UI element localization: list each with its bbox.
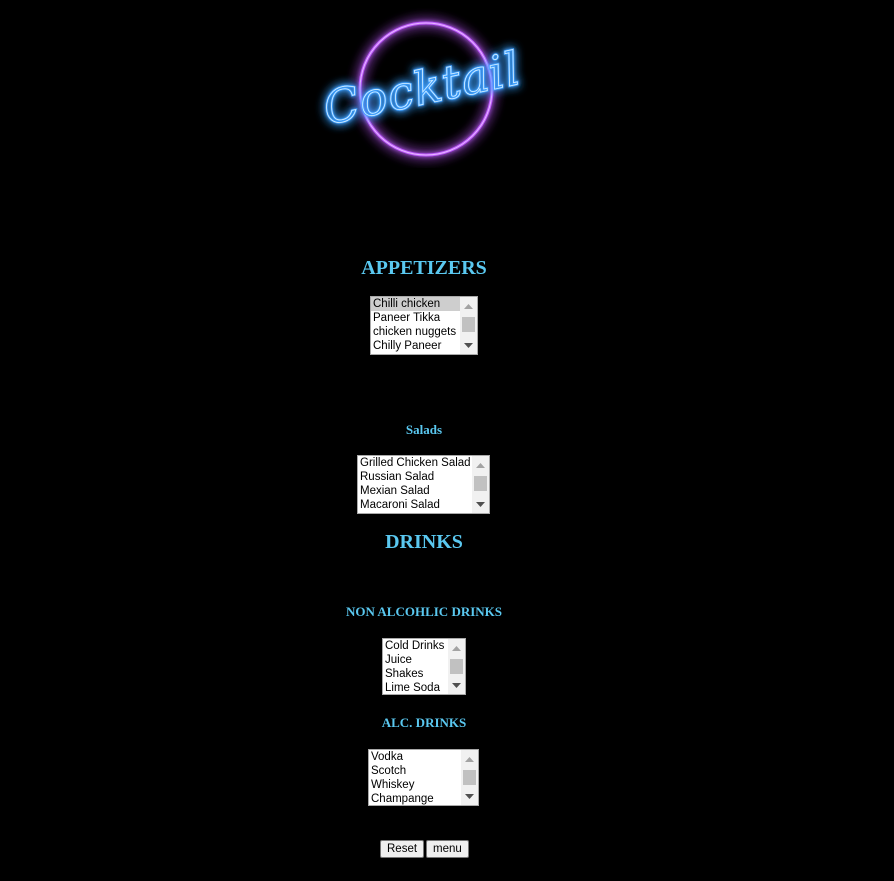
salads-option[interactable]: Macaroni Salad — [358, 498, 472, 512]
salads-option[interactable]: Mexian Salad — [358, 484, 472, 498]
appetizers-option[interactable]: chicken nuggets — [371, 325, 460, 339]
scroll-up-arrow-icon[interactable] — [461, 752, 478, 766]
alcoholic-option[interactable]: Whiskey — [369, 778, 461, 792]
alcoholic-option[interactable]: Champange — [369, 792, 461, 805]
salads-options: Grilled Chicken Salad Russian Salad Mexi… — [358, 456, 472, 513]
scroll-down-arrow-icon[interactable] — [461, 789, 478, 803]
non-alcoholic-option[interactable]: Juice — [383, 653, 448, 667]
appetizers-option[interactable]: Chilly Paneer — [371, 339, 460, 353]
scroll-up-arrow-icon[interactable] — [460, 299, 477, 313]
scroll-thumb[interactable] — [450, 659, 463, 674]
alcoholic-option[interactable]: Scotch — [369, 764, 461, 778]
appetizers-listbox[interactable]: Chilli chicken Paneer Tikka chicken nugg… — [370, 296, 478, 355]
non-alcoholic-heading: NON ALCOHLIC DRINKS — [345, 604, 503, 619]
scroll-down-arrow-icon[interactable] — [472, 497, 489, 511]
alcoholic-listbox[interactable]: Vodka Scotch Whiskey Champange — [368, 749, 479, 806]
cocktail-neon-logo: Cocktail Cocktail — [290, 8, 560, 168]
appetizers-options: Chilli chicken Paneer Tikka chicken nugg… — [371, 297, 460, 354]
alcoholic-scrollbar[interactable] — [461, 750, 478, 805]
scroll-thumb[interactable] — [474, 476, 487, 491]
scroll-up-arrow-icon[interactable] — [472, 458, 489, 472]
non-alcoholic-options: Cold Drinks Juice Shakes Lime Soda — [383, 639, 448, 694]
scroll-up-arrow-icon[interactable] — [448, 641, 465, 655]
appetizers-heading: APPETIZERS — [361, 257, 487, 279]
alcoholic-options: Vodka Scotch Whiskey Champange — [369, 750, 461, 805]
menu-button[interactable]: menu — [426, 840, 469, 858]
alcoholic-heading: ALC. DRINKS — [381, 715, 467, 730]
appetizers-scrollbar[interactable] — [460, 297, 477, 354]
salads-option[interactable]: Russian Salad — [358, 470, 472, 484]
salads-heading: Salads — [405, 422, 443, 437]
non-alcoholic-listbox[interactable]: Cold Drinks Juice Shakes Lime Soda — [382, 638, 466, 695]
non-alcoholic-scrollbar[interactable] — [448, 639, 465, 694]
non-alcoholic-option[interactable]: Shakes — [383, 667, 448, 681]
salads-scrollbar[interactable] — [472, 456, 489, 513]
non-alcoholic-option[interactable]: Cold Drinks — [383, 639, 448, 653]
scroll-thumb[interactable] — [462, 317, 475, 332]
scroll-thumb[interactable] — [463, 770, 476, 785]
alcoholic-option[interactable]: Vodka — [369, 750, 461, 764]
appetizers-option[interactable]: Paneer Tikka — [371, 311, 460, 325]
scroll-down-arrow-icon[interactable] — [448, 678, 465, 692]
salads-option[interactable]: Grilled Chicken Salad — [358, 456, 472, 470]
salads-listbox[interactable]: Grilled Chicken Salad Russian Salad Mexi… — [357, 455, 490, 514]
page: Cocktail Cocktail APPETIZERS Chilli chic… — [0, 0, 894, 881]
appetizers-option[interactable]: Chilli chicken — [371, 297, 460, 311]
reset-button[interactable]: Reset — [380, 840, 425, 858]
scroll-down-arrow-icon[interactable] — [460, 338, 477, 352]
svg-text:Cocktail: Cocktail — [319, 41, 526, 135]
drinks-heading: DRINKS — [385, 531, 463, 553]
non-alcoholic-option[interactable]: Lime Soda — [383, 681, 448, 694]
